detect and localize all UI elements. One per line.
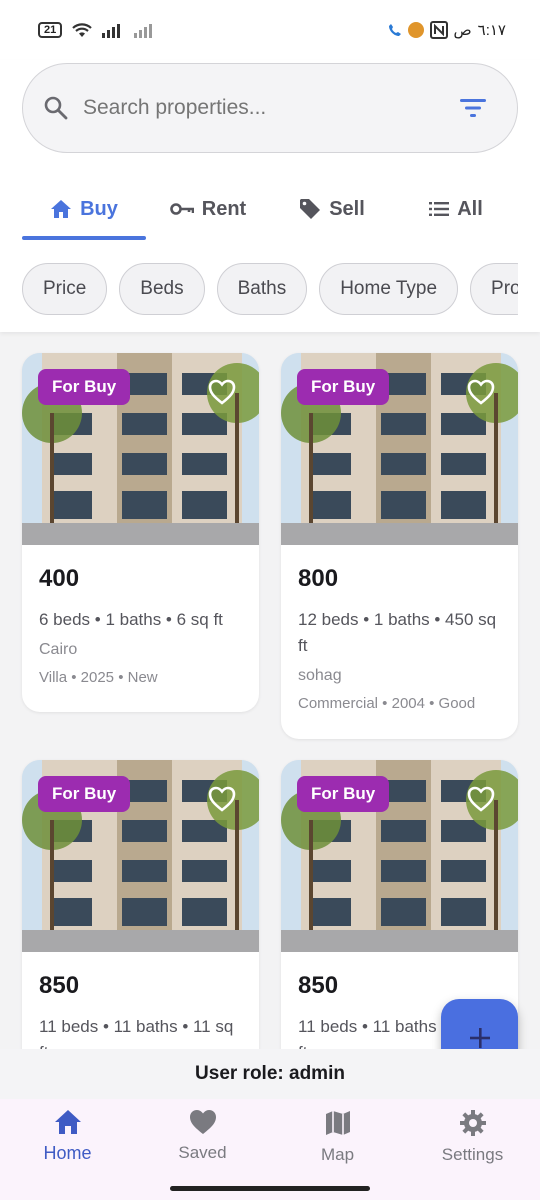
chip-property[interactable]: Pro <box>470 263 518 315</box>
nav-label: Saved <box>178 1143 227 1162</box>
plus-icon <box>469 1027 490 1048</box>
chip-home-type[interactable]: Home Type <box>319 263 459 315</box>
heart-outline-icon[interactable] <box>205 375 239 409</box>
phone-icon <box>388 24 401 36</box>
property-meta: Villa • 2025 • New <box>39 669 158 686</box>
list-icon <box>429 202 450 216</box>
property-image: For Buy <box>22 353 259 545</box>
tab-sell[interactable]: Sell <box>270 178 394 240</box>
bottom-navigation: Home Saved Map Settings <box>0 1099 540 1200</box>
wifi-icon <box>72 23 93 37</box>
filter-chips: Price Beds Baths Home Type Pro <box>22 263 518 315</box>
nav-label: Map <box>320 1145 355 1164</box>
filter-icon[interactable] <box>459 94 487 122</box>
card-body: 800 12 beds • 1 baths • 450 sq ft sohag … <box>281 545 518 730</box>
property-card[interactable]: For Buy 400 6 beds • 1 baths • 6 sq ft C… <box>22 353 259 712</box>
listing-badge: For Buy <box>38 776 131 812</box>
user-role-label: User role: admin <box>0 1049 540 1099</box>
tab-label: All <box>457 197 483 220</box>
home-indicator[interactable] <box>170 1186 370 1191</box>
property-price: 800 <box>298 565 339 592</box>
gear-icon <box>459 1110 486 1136</box>
chip-price[interactable]: Price <box>22 263 108 315</box>
signal-icon <box>102 24 121 38</box>
chip-baths[interactable]: Baths <box>216 263 308 315</box>
tag-icon <box>300 199 321 219</box>
notification-badge-icon <box>407 22 424 38</box>
property-location: sohag <box>298 667 342 684</box>
chip-beds[interactable]: Beds <box>119 263 205 315</box>
signal-off-icon <box>134 24 153 38</box>
listing-badge: For Buy <box>38 369 131 405</box>
battery-indicator: 21 <box>38 22 63 38</box>
property-image: For Buy <box>22 760 259 952</box>
heart-icon <box>189 1110 216 1134</box>
tab-buy[interactable]: Buy <box>22 178 146 240</box>
listing-badge: For Buy <box>297 369 390 405</box>
property-price: 400 <box>39 565 80 592</box>
tab-rent[interactable]: Rent <box>146 178 270 240</box>
status-bar: 21 ص ٦:١٧ <box>0 0 540 60</box>
tab-label: Sell <box>329 197 365 220</box>
home-icon <box>51 200 72 218</box>
clock: ٦:١٧ <box>477 22 506 39</box>
status-right: ص ٦:١٧ <box>388 21 506 39</box>
listing-type-tabs: Buy Rent Sell All <box>22 178 518 240</box>
nav-home[interactable]: Home <box>0 1099 135 1200</box>
property-location: Cairo <box>39 641 78 658</box>
listing-badge: For Buy <box>297 776 390 812</box>
am-pm-label: ص <box>453 22 472 39</box>
nfc-icon <box>429 21 448 39</box>
search-bar[interactable] <box>22 63 518 153</box>
search-input[interactable] <box>71 96 459 120</box>
key-icon <box>169 203 194 215</box>
nav-label: Settings <box>441 1145 504 1164</box>
card-body: 400 6 beds • 1 baths • 6 sq ft Cairo Vil… <box>22 545 259 704</box>
heart-outline-icon[interactable] <box>205 782 239 816</box>
top-panel: Buy Rent Sell All Price Beds Baths Home … <box>0 60 540 332</box>
property-price: 850 <box>39 972 80 999</box>
property-specs: 6 beds • 1 baths • 6 sq ft <box>39 610 223 629</box>
property-specs: 12 beds • 1 baths • 450 sq ft <box>298 610 497 655</box>
property-image: For Buy <box>281 353 518 545</box>
tab-label: Rent <box>201 197 247 220</box>
property-image: For Buy <box>281 760 518 952</box>
map-icon <box>325 1111 350 1135</box>
heart-outline-icon[interactable] <box>464 375 498 409</box>
nav-saved[interactable]: Saved <box>135 1099 270 1200</box>
status-left: 21 <box>38 21 158 39</box>
nav-settings[interactable]: Settings <box>405 1099 540 1200</box>
property-meta: Commercial • 2004 • Good <box>298 695 476 712</box>
heart-outline-icon[interactable] <box>464 782 498 816</box>
nav-label: Home <box>43 1143 92 1163</box>
property-price: 850 <box>298 972 339 999</box>
nav-map[interactable]: Map <box>270 1099 405 1200</box>
search-icon <box>41 93 71 123</box>
tab-all[interactable]: All <box>394 178 518 240</box>
tab-label: Buy <box>80 197 118 220</box>
property-card[interactable]: For Buy 800 12 beds • 1 baths • 450 sq f… <box>281 353 518 739</box>
home-icon <box>54 1110 81 1134</box>
